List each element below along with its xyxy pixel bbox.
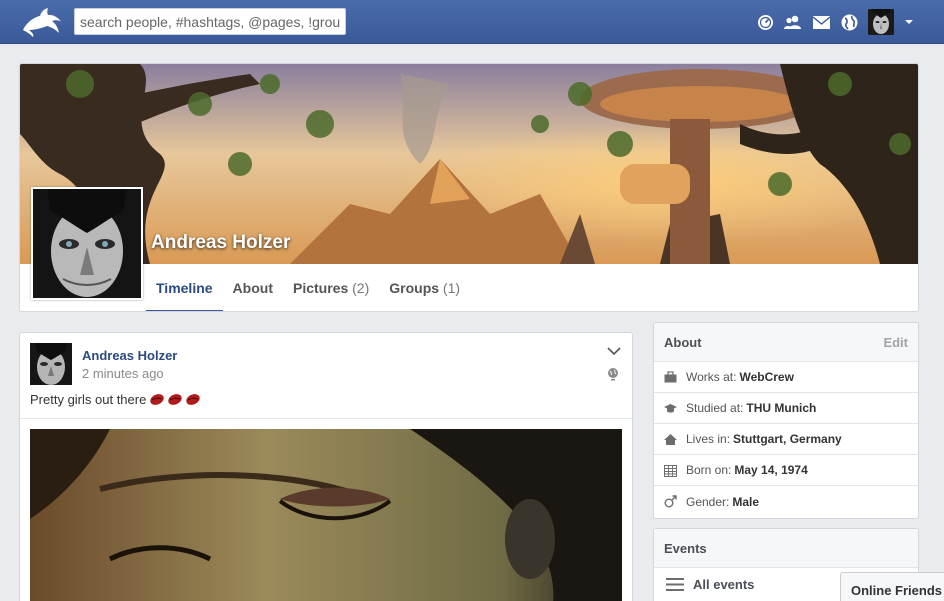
edit-link[interactable]: Edit: [883, 335, 908, 350]
mail-icon[interactable]: [812, 13, 830, 31]
tab-groups[interactable]: Groups (1): [379, 267, 470, 311]
timeline-post: Andreas Holzer 2 minutes ago Pretty girl…: [19, 332, 633, 601]
about-row-gender: Gender: Male: [654, 486, 918, 517]
search-input[interactable]: [74, 8, 346, 35]
post-author-name[interactable]: Andreas Holzer: [82, 348, 177, 363]
tab-label: Pictures: [292, 280, 349, 296]
about-title: About: [664, 335, 702, 350]
male-icon: [664, 495, 677, 508]
about-value: Male: [732, 494, 760, 509]
tab-label: Timeline: [156, 280, 213, 296]
tab-count: (2): [352, 280, 370, 296]
post-divider: [20, 418, 632, 419]
profile-picture[interactable]: [31, 187, 143, 300]
about-label: Works at:: [686, 370, 737, 384]
top-icons: [756, 7, 914, 37]
globe-icon[interactable]: [840, 13, 858, 31]
about-value: Stuttgart, Germany: [733, 432, 842, 446]
post-body-text: Pretty girls out there: [30, 392, 147, 407]
profile-tabs: Timeline About Pictures (2) Groups (1): [146, 267, 470, 311]
about-row-residence: Lives in: Stuttgart, Germany: [654, 424, 918, 455]
all-events-link[interactable]: All events: [666, 577, 754, 592]
about-row-education: Studied at: THU Munich: [654, 393, 918, 424]
chevron-down-icon[interactable]: [606, 343, 622, 359]
tab-about[interactable]: About: [223, 267, 283, 311]
profile-header-card: Andreas Holzer Timeline About Pictures (…: [19, 63, 919, 312]
graduation-cap-icon: [664, 402, 677, 415]
top-navigation-bar: [0, 0, 944, 44]
user-avatar[interactable]: [868, 9, 894, 35]
dashboard-icon[interactable]: [756, 13, 774, 31]
about-header: About Edit: [654, 323, 918, 362]
friends-icon[interactable]: [784, 13, 802, 31]
tab-pictures[interactable]: Pictures (2): [283, 267, 379, 311]
all-events-label: All events: [693, 577, 755, 592]
about-label: Born on:: [686, 463, 732, 477]
calendar-icon: [664, 464, 677, 477]
globe-icon: [608, 368, 618, 381]
profile-name[interactable]: Andreas Holzer: [151, 232, 290, 254]
dolphin-logo-icon[interactable]: [20, 6, 64, 38]
about-row-work: Works at: WebCrew: [654, 362, 918, 393]
about-value: WebCrew: [739, 370, 794, 384]
events-title: Events: [664, 541, 707, 556]
post-timestamp[interactable]: 2 minutes ago: [82, 366, 164, 381]
home-icon: [664, 433, 677, 446]
post-author-avatar[interactable]: [30, 343, 72, 385]
chevron-down-icon[interactable]: [904, 17, 914, 27]
online-friends-label: Online Friends: [851, 583, 943, 598]
online-friends-tab[interactable]: Online Friends: [840, 572, 944, 601]
tab-label: Groups: [389, 280, 440, 296]
tab-label: About: [232, 280, 273, 296]
briefcase-icon: [664, 370, 677, 384]
about-label: Lives in:: [686, 432, 731, 446]
tab-count: (1): [442, 280, 461, 296]
list-icon: [666, 578, 684, 591]
about-value: THU Munich: [746, 401, 817, 415]
events-header: Events: [654, 529, 918, 568]
lips-icon: [168, 394, 183, 405]
lips-icon: [150, 394, 165, 405]
tab-timeline[interactable]: Timeline: [146, 267, 223, 311]
about-panel: About Edit Works at: WebCrew Studied at: T…: [653, 322, 919, 519]
about-label: Gender:: [686, 494, 730, 509]
lips-icon: [186, 394, 201, 405]
about-row-birthday: Born on: May 14, 1974: [654, 455, 918, 486]
post-text: Pretty girls out there: [30, 392, 201, 407]
post-photo[interactable]: [30, 429, 622, 601]
about-value: May 14, 1974: [734, 463, 808, 477]
about-label: Studied at:: [686, 401, 744, 415]
